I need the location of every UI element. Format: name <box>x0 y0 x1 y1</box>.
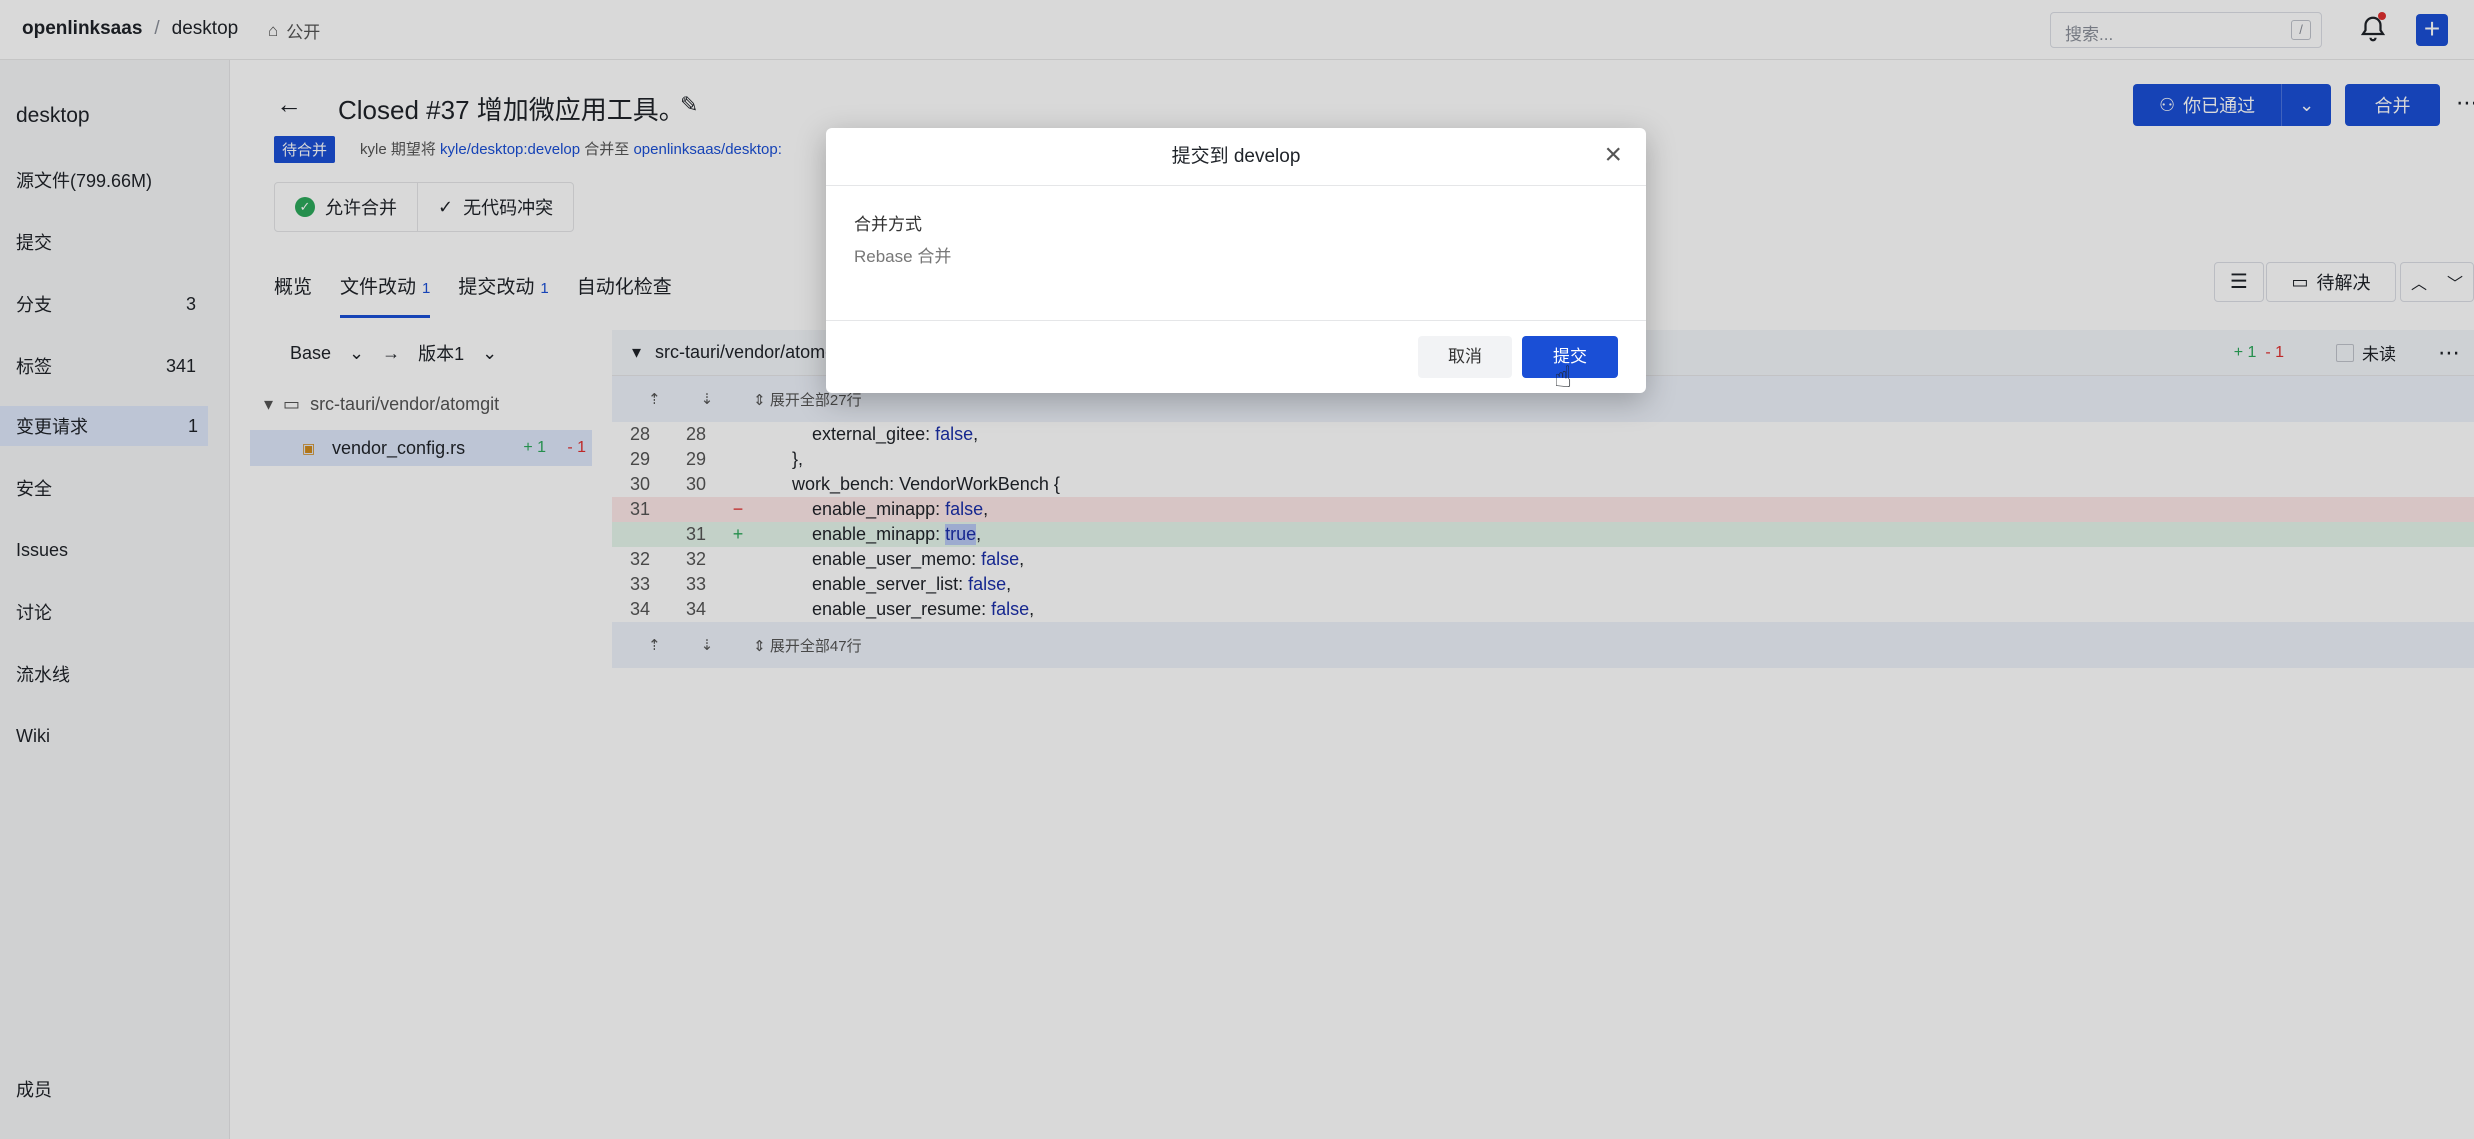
cancel-button[interactable]: 取消 <box>1418 336 1512 378</box>
dialog-title: 提交到 develop <box>826 128 1646 186</box>
pointer-cursor-icon: ☝ <box>1554 361 1573 394</box>
close-icon[interactable]: × <box>1604 140 1622 170</box>
submit-dialog: 提交到 develop × 合并方式 Rebase 合并 取消 提交 <box>826 128 1646 393</box>
merge-method-label: 合并方式 <box>854 215 922 234</box>
merge-method-value: Rebase 合并 <box>854 247 952 266</box>
